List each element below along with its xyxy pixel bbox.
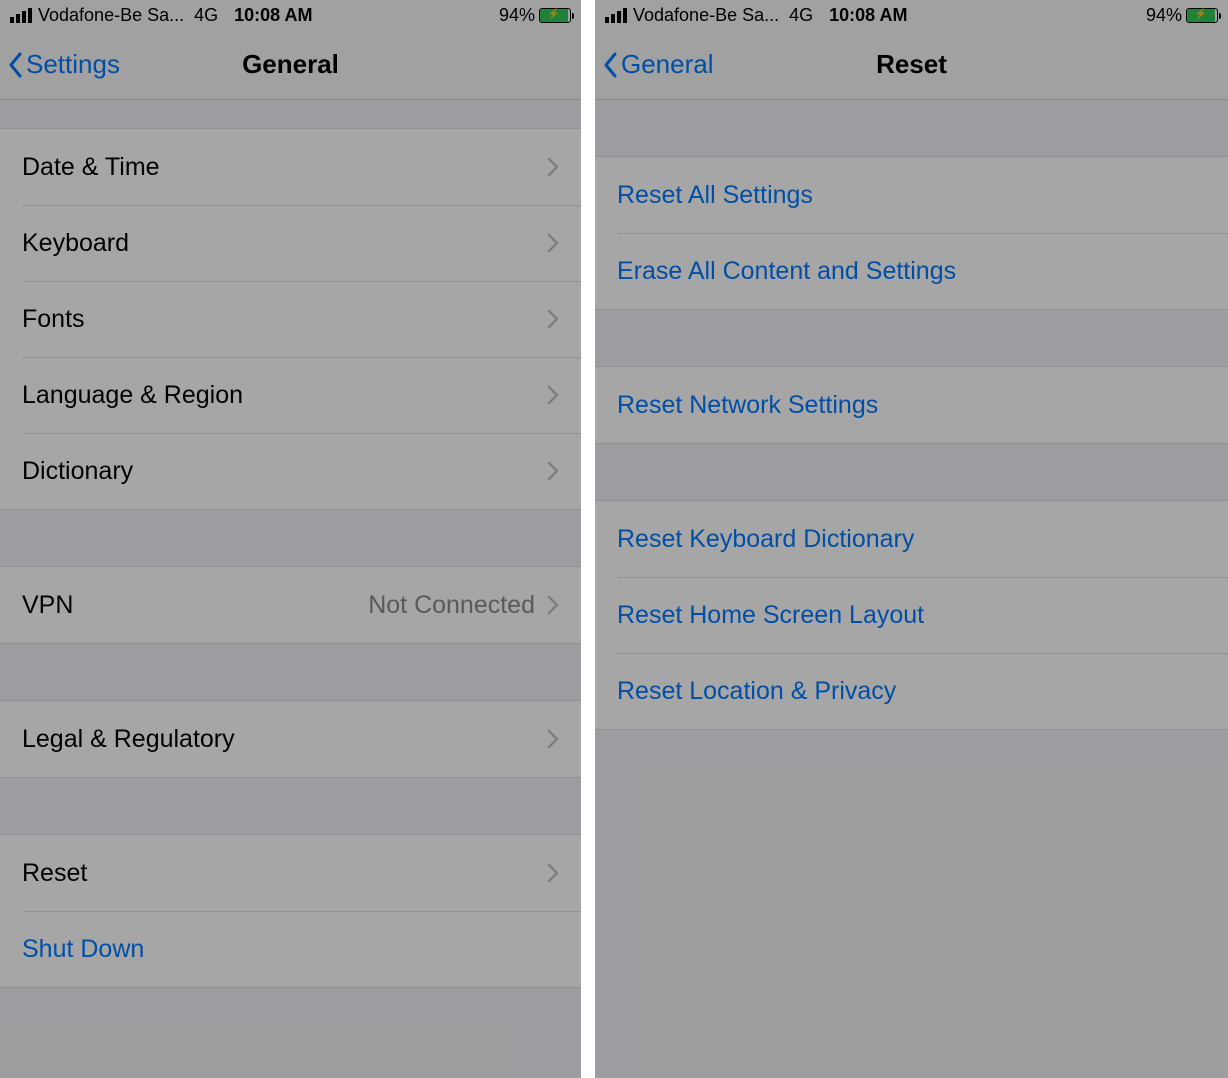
row-reset[interactable]: Reset [0,835,581,911]
row-label: Keyboard [22,229,129,258]
row-label: Language & Region [22,381,243,410]
row-language-region[interactable]: Language & Region [0,357,581,433]
row-label: Shut Down [22,935,144,964]
group-reset-network: Reset Network Settings [595,366,1228,444]
row-date-time[interactable]: Date & Time [0,129,581,205]
row-label: Reset [22,859,87,888]
carrier-label: Vodafone-Be Sa... [633,5,779,26]
chevron-left-icon [6,50,24,80]
group-reset-shutdown: Reset Shut Down [0,834,581,988]
row-label: Fonts [22,305,85,334]
row-label: Erase All Content and Settings [617,257,956,286]
row-label: Reset Keyboard Dictionary [617,525,914,554]
charging-icon: ⚡ [1195,10,1207,20]
network-type: 4G [194,5,218,26]
status-bar: Vodafone-Be Sa... 4G 10:08 AM 94% ⚡ [0,0,581,30]
group-vpn: VPN Not Connected [0,566,581,644]
chevron-right-icon [547,157,559,177]
group-legal: Legal & Regulatory [0,700,581,778]
row-reset-all-settings[interactable]: Reset All Settings [595,157,1228,233]
row-reset-keyboard-dictionary[interactable]: Reset Keyboard Dictionary [595,501,1228,577]
row-label: Reset Network Settings [617,391,878,420]
back-button-general[interactable]: General [595,49,714,80]
charging-icon: ⚡ [548,10,560,20]
row-shut-down[interactable]: Shut Down [0,911,581,987]
phone-general: Vodafone-Be Sa... 4G 10:08 AM 94% ⚡ Sett… [0,0,581,1078]
row-label: VPN [22,591,73,620]
phone-gap [581,0,595,1078]
group-reset-other: Reset Keyboard Dictionary Reset Home Scr… [595,500,1228,730]
row-vpn[interactable]: VPN Not Connected [0,567,581,643]
row-keyboard[interactable]: Keyboard [0,205,581,281]
row-label: Reset Home Screen Layout [617,601,924,630]
network-type: 4G [789,5,813,26]
row-fonts[interactable]: Fonts [0,281,581,357]
group-reset-main: Reset All Settings Erase All Content and… [595,156,1228,310]
chevron-right-icon [547,461,559,481]
row-label: Dictionary [22,457,133,486]
carrier-label: Vodafone-Be Sa... [38,5,184,26]
chevron-right-icon [547,309,559,329]
chevron-right-icon [547,863,559,883]
content: Date & Time Keyboard Fonts Language & Re… [0,100,581,988]
chevron-left-icon [601,50,619,80]
back-label: General [621,49,714,80]
row-value: Not Connected [368,591,535,620]
chevron-right-icon [547,729,559,749]
chevron-right-icon [547,233,559,253]
status-bar: Vodafone-Be Sa... 4G 10:08 AM 94% ⚡ [595,0,1228,30]
row-erase-all-content[interactable]: Erase All Content and Settings [595,233,1228,309]
row-label: Legal & Regulatory [22,725,235,754]
nav-bar: General Reset [595,30,1228,100]
nav-bar: Settings General [0,30,581,100]
row-reset-home-screen-layout[interactable]: Reset Home Screen Layout [595,577,1228,653]
content: Reset All Settings Erase All Content and… [595,100,1228,730]
row-label: Date & Time [22,153,160,182]
clock: 10:08 AM [234,5,312,26]
battery-icon: ⚡ [539,8,571,23]
row-dictionary[interactable]: Dictionary [0,433,581,509]
group-general-1: Date & Time Keyboard Fonts Language & Re… [0,128,581,510]
battery-icon: ⚡ [1186,8,1218,23]
row-legal-regulatory[interactable]: Legal & Regulatory [0,701,581,777]
battery-percent: 94% [499,5,535,26]
phone-reset: Vodafone-Be Sa... 4G 10:08 AM 94% ⚡ Gene… [595,0,1228,1078]
signal-icon [605,8,627,23]
signal-icon [10,8,32,23]
back-button-settings[interactable]: Settings [0,49,120,80]
chevron-right-icon [547,595,559,615]
battery-percent: 94% [1146,5,1182,26]
clock: 10:08 AM [829,5,907,26]
back-label: Settings [26,49,120,80]
row-label: Reset All Settings [617,181,813,210]
row-reset-network-settings[interactable]: Reset Network Settings [595,367,1228,443]
row-label: Reset Location & Privacy [617,677,896,706]
chevron-right-icon [547,385,559,405]
row-reset-location-privacy[interactable]: Reset Location & Privacy [595,653,1228,729]
